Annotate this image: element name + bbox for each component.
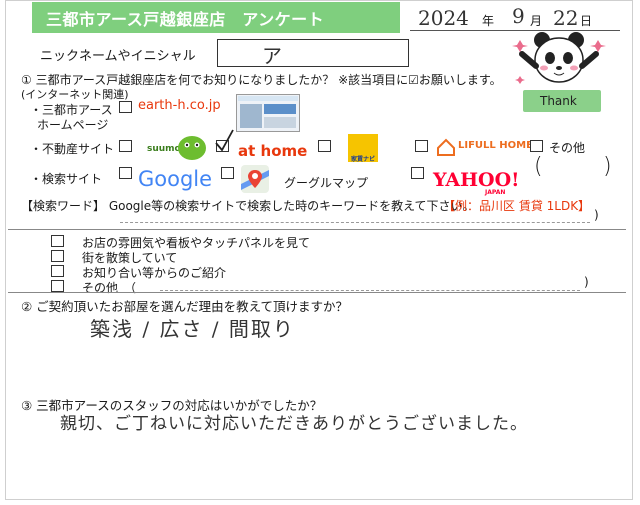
search-label: ・検索サイト [30,172,103,186]
section-divider-2 [8,292,626,293]
suumo-mascot-icon [178,136,206,160]
nickname-label: ニックネームやイニシャル [40,49,196,64]
yahoo-checkbox[interactable] [411,167,424,179]
homepage-screenshot-icon [236,94,300,132]
keyword-answer-line[interactable] [120,222,590,223]
yachinavi-logo-text: 家賃ナビ [350,156,375,163]
athome-logo-text: at home [238,142,308,160]
google-maps-icon [241,165,269,193]
other-option-paren-close: ) [584,275,589,289]
nickname-value: ア [262,44,282,68]
yahoo-logo-text: YAHOO! [433,169,520,191]
referral-checkbox[interactable] [51,265,64,277]
q3-answer: 親切、ご丁ねいに対応いただきありがとうございました。 [60,414,528,434]
google-logo-text: Google [138,167,213,191]
keyword-paren-close: ) [594,208,599,222]
homepage-checkbox[interactable] [119,101,132,113]
thank-label: Thank [540,94,577,108]
realestate-other-checkbox[interactable] [530,140,543,152]
date-year-unit: 年 [482,14,495,28]
other-option: その他 （ [82,281,137,295]
date-month: 9 [512,4,525,28]
store-sign-checkbox[interactable] [51,235,64,247]
walking-checkbox[interactable] [51,250,64,262]
section-divider-1 [8,229,626,230]
homepage-label-2: ホームページ [37,118,109,132]
other-paren-open: ( [534,154,543,179]
page-title: 三都市アース戸越銀座店 アンケート [46,10,325,29]
internet-label: (インターネット関連) [21,88,129,101]
suumo-checkbox[interactable] [119,140,132,152]
google-map-label: グーグルマップ [284,176,369,190]
athome-checkmark-icon [215,129,234,152]
panda-mascot-icon [512,32,606,84]
realestate-label: ・不動産サイト [30,142,115,156]
homes-house-icon [437,138,455,156]
date-day-unit: 日 [580,14,593,28]
homepage-url: earth-h.co.jp [138,98,221,113]
homes-checkbox[interactable] [415,140,428,152]
other-paren-close: ) [603,154,612,179]
keyword-example: 【例：品川区 賃貸 1LDK】 [443,199,591,213]
keyword-label: 【検索ワード】 Google等の検索サイトで検索した時のキーワードを教えて下さい… [21,199,475,213]
nickname-field[interactable] [217,39,409,67]
date-year: 2024 [418,6,469,30]
q2-answer: 築浅 / 広さ / 間取り [90,317,295,341]
yahoo-japan-text: JAPAN [485,189,506,196]
realestate-other-label: その他 [549,141,586,155]
date-month-unit: 月 [530,14,543,28]
other-checkbox[interactable] [51,280,64,292]
google-checkbox[interactable] [119,167,132,179]
other-answer-line[interactable] [160,290,580,291]
date-day: 22 [553,6,579,30]
yachinavi-checkbox[interactable] [318,140,331,152]
googlemap-checkbox[interactable] [221,167,234,179]
